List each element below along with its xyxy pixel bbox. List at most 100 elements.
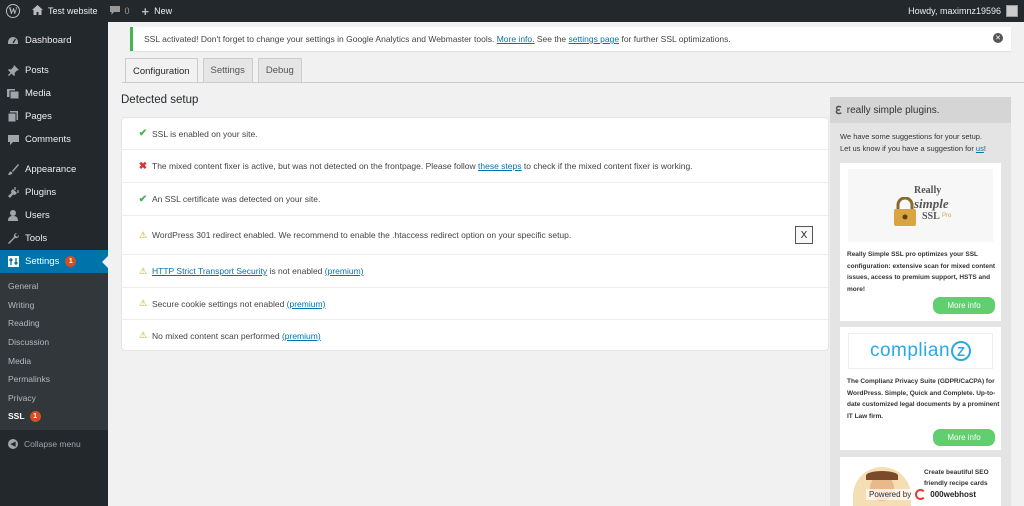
sidebar-item-pages[interactable]: Pages bbox=[0, 105, 108, 128]
more-info-button-rsssl[interactable]: More info bbox=[933, 297, 995, 314]
checkmark-icon: ✔ bbox=[138, 128, 148, 139]
sidebar-item-users[interactable]: Users bbox=[0, 204, 108, 227]
plus-icon: + bbox=[141, 3, 150, 19]
howdy-text: Howdy, maximnz19596 bbox=[908, 6, 1001, 16]
sidebar-item-settings[interactable]: Settings 1 bbox=[0, 250, 108, 273]
promo-intro-text: Let us know if you have a suggestion for bbox=[840, 144, 976, 153]
dismiss-icon[interactable]: ✕ bbox=[993, 33, 1003, 43]
tab-divider bbox=[122, 82, 1024, 83]
these-steps-link[interactable]: these steps bbox=[478, 161, 521, 171]
sidebar-item-tools[interactable]: Tools bbox=[0, 227, 108, 250]
powered-by-brand: 000webhost bbox=[930, 490, 977, 499]
powered-by-badge[interactable]: Powered by 000webhost bbox=[866, 489, 980, 500]
rsp-logo-icon: ℇ bbox=[835, 104, 842, 117]
logo-really: Really bbox=[914, 185, 942, 196]
my-account-menu[interactable]: Howdy, maximnz19596 bbox=[908, 5, 1024, 17]
site-name-link[interactable]: Test website bbox=[26, 0, 104, 22]
collapse-label: Collapse menu bbox=[24, 438, 81, 449]
promo-intro-end: ! bbox=[983, 144, 986, 153]
more-info-link[interactable]: More info. bbox=[497, 34, 535, 44]
submenu-item-ssl[interactable]: SSL 1 bbox=[0, 407, 108, 426]
submenu-item-label: SSL bbox=[8, 411, 25, 422]
tab-settings[interactable]: Settings bbox=[202, 58, 253, 82]
warning-icon: ⚠ bbox=[138, 265, 148, 276]
recipe-description: Create beautiful SEO friendly recipe car… bbox=[924, 469, 989, 487]
premium-link[interactable]: (premium) bbox=[287, 299, 326, 309]
avatar bbox=[1006, 5, 1018, 17]
plug-icon bbox=[7, 187, 19, 199]
warning-icon: ⚠ bbox=[138, 229, 148, 240]
setup-row-mixed-content: ✖ The mixed content fixer is active, but… bbox=[122, 150, 828, 183]
sidebar-item-label: Appearance bbox=[25, 164, 77, 175]
submenu-item-permalinks[interactable]: Permalinks bbox=[0, 370, 108, 389]
sidebar-item-label: Comments bbox=[25, 134, 71, 145]
submenu-item-reading[interactable]: Reading bbox=[0, 314, 108, 333]
settings-sliders-icon bbox=[7, 256, 19, 268]
comments-count: 0 bbox=[124, 6, 130, 16]
settings-update-badge: 1 bbox=[65, 256, 77, 267]
rsssl-pro-logo: Really simple SSL Pro bbox=[848, 169, 993, 242]
submenu-item-discussion[interactable]: Discussion bbox=[0, 333, 108, 352]
suggestion-us-link[interactable]: us bbox=[976, 144, 984, 153]
sidebar-item-label: Posts bbox=[25, 65, 49, 76]
promo-header: ℇ really simple plugins. bbox=[830, 97, 1011, 123]
rsssl-pro-description: Really Simple SSL pro optimizes your SSL… bbox=[847, 251, 996, 293]
collapse-menu-button[interactable]: ◀ Collapse menu bbox=[0, 433, 108, 455]
sidebar-item-label: Settings bbox=[25, 256, 60, 267]
logo-simple: simple bbox=[914, 196, 949, 211]
submenu-item-media[interactable]: Media bbox=[0, 351, 108, 370]
hsts-link[interactable]: HTTP Strict Transport Security bbox=[152, 266, 267, 276]
row-text-after: is not enabled bbox=[267, 266, 325, 276]
row-text: Secure cookie settings not enabled bbox=[152, 298, 287, 309]
notice-text: SSL activated! Don't forget to change yo… bbox=[144, 34, 495, 44]
premium-link[interactable]: (premium) bbox=[282, 331, 321, 341]
wrench-icon bbox=[7, 233, 19, 245]
tab-debug[interactable]: Debug bbox=[257, 58, 302, 82]
pin-icon bbox=[7, 65, 19, 77]
complianz-logo: complian Z bbox=[848, 333, 993, 369]
warning-icon: ⚠ bbox=[138, 330, 148, 340]
error-x-icon: ✖ bbox=[138, 160, 148, 172]
sidebar-item-plugins[interactable]: Plugins bbox=[0, 181, 108, 204]
sidebar-item-label: Media bbox=[25, 88, 51, 99]
sidebar-item-media[interactable]: Media bbox=[0, 82, 108, 105]
complianz-description: The Complianz Privacy Suite (GDPR/CaCPA)… bbox=[847, 378, 1000, 420]
pages-icon bbox=[7, 111, 19, 123]
sidebar-item-posts[interactable]: Posts bbox=[0, 59, 108, 82]
sidebar-item-comments[interactable]: Comments bbox=[0, 128, 108, 151]
notice-text-see: See the bbox=[534, 34, 569, 44]
comments-link[interactable]: 0 bbox=[104, 0, 136, 22]
wp-logo-menu[interactable]: W bbox=[0, 0, 26, 22]
settings-page-link[interactable]: settings page bbox=[569, 34, 620, 44]
new-label: New bbox=[154, 6, 173, 16]
submenu-item-writing[interactable]: Writing bbox=[0, 296, 108, 315]
promo-intro-line2: Let us know if you have a suggestion for… bbox=[840, 143, 1001, 155]
setup-row-certificate: ✔ An SSL certificate was detected on you… bbox=[122, 183, 828, 216]
collapse-arrow-icon: ◀ bbox=[8, 438, 18, 449]
powered-by-label: Powered by bbox=[869, 490, 912, 499]
more-info-button-complianz[interactable]: More info bbox=[933, 429, 995, 446]
row-text-after: to check if the mixed content fixer is w… bbox=[521, 161, 693, 171]
settings-submenu: General Writing Reading Discussion Media… bbox=[0, 273, 108, 430]
dashboard-gauge-icon bbox=[7, 35, 19, 47]
premium-link[interactable]: (premium) bbox=[325, 266, 364, 276]
submenu-item-general[interactable]: General bbox=[0, 277, 108, 296]
tab-configuration[interactable]: Configuration bbox=[125, 58, 198, 83]
notice-text-after: for further SSL optimizations. bbox=[619, 34, 731, 44]
promo-intro-line1: We have some suggestions for your setup. bbox=[840, 132, 983, 141]
comment-bubble-icon bbox=[109, 5, 120, 17]
promo-title: really simple plugins. bbox=[846, 104, 940, 116]
detected-setup-panel: ✔ SSL is enabled on your site. ✖ The mix… bbox=[121, 117, 829, 351]
home-icon bbox=[32, 5, 43, 17]
000webhost-logo-icon bbox=[915, 489, 927, 500]
setup-row-secure-cookie: ⚠ Secure cookie settings not enabled (pr… bbox=[122, 288, 828, 320]
submenu-item-privacy[interactable]: Privacy bbox=[0, 389, 108, 408]
dismiss-warning-button[interactable]: X bbox=[795, 226, 813, 244]
new-content-menu[interactable]: + New bbox=[136, 0, 179, 22]
site-name: Test website bbox=[48, 6, 98, 16]
sidebar-item-dashboard[interactable]: Dashboard bbox=[0, 29, 108, 52]
logo-pro: Pro bbox=[942, 213, 952, 219]
setup-row-mixed-content-scan: ⚠ No mixed content scan performed (premi… bbox=[122, 320, 828, 351]
sidebar-item-appearance[interactable]: Appearance bbox=[0, 158, 108, 181]
ssl-badge: 1 bbox=[29, 410, 41, 422]
